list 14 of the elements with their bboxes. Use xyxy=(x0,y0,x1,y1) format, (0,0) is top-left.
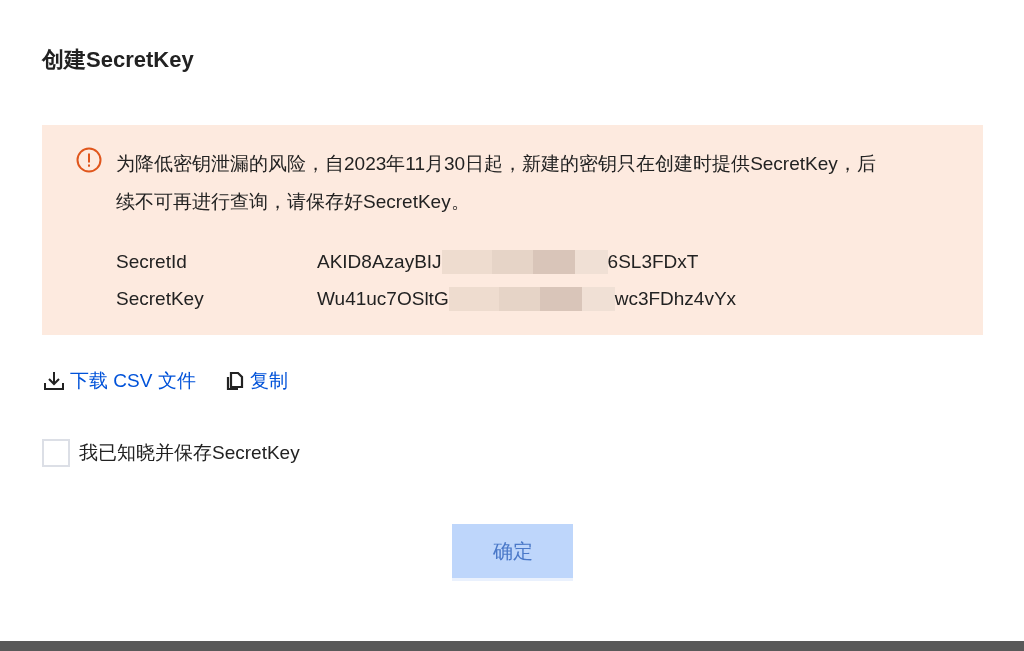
key-value: Wu41uc7OSltG xyxy=(317,287,449,311)
key-value: AKID8AzayBIJ xyxy=(317,250,442,274)
checkbox-label[interactable]: 我已知晓并保存SecretKey xyxy=(79,440,300,466)
warning-icon xyxy=(76,147,102,173)
key-label: SecretKey xyxy=(116,287,205,311)
key-label: SecretId xyxy=(116,250,188,274)
checkbox[interactable] xyxy=(42,439,70,467)
dialog-title: 创建SecretKey xyxy=(42,46,195,74)
download-link[interactable]: 下载 CSV 文件 xyxy=(42,367,196,395)
copy-link[interactable]: 复制 xyxy=(221,367,288,395)
download-icon xyxy=(42,369,66,393)
notice-message: 为降低密钥泄漏的风险，自2023年11月30日起，新建的密钥只在创建时提供SecretKey，后续不可再进行查询，请保存好SecretKey。 xyxy=(116,152,876,214)
key-value: 6SL3FDxT xyxy=(607,250,699,274)
key-value: wc3FDhz4vYx xyxy=(614,287,737,311)
